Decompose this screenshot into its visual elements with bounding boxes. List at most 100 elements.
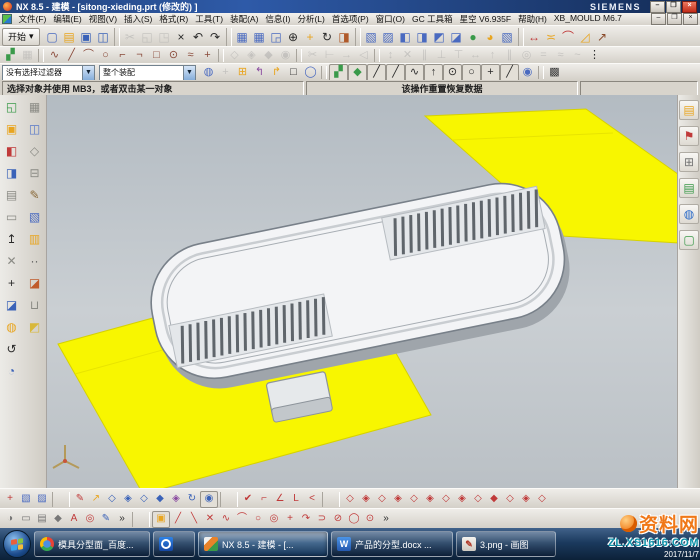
sketch-arc-icon[interactable]: ⌒ [234, 512, 250, 527]
snap-midpoint-icon[interactable]: ╱ [386, 64, 405, 82]
fillet-icon[interactable]: ⌐ [114, 48, 131, 64]
rectangle-icon[interactable]: □ [148, 48, 165, 64]
general-select-icon[interactable]: + [217, 65, 234, 81]
save-icon[interactable]: ▣ [78, 28, 95, 46]
toolbar-icon[interactable] [226, 28, 232, 46]
datum-diamond3-icon[interactable]: ◇ [136, 492, 152, 507]
rotate-view-icon[interactable]: ↻ [319, 28, 336, 46]
delete-icon[interactable]: × [173, 28, 190, 46]
highlight-box-icon[interactable]: ▣ [152, 511, 170, 528]
mold-tool-icon[interactable]: ◆ [486, 492, 502, 507]
wire-cube-icon[interactable]: ▨ [34, 492, 50, 507]
doc-minimize-button[interactable]: – [651, 13, 666, 25]
mold-tool-icon[interactable]: ◇ [470, 492, 486, 507]
measure-length-icon[interactable]: ≍ [543, 28, 560, 46]
datum-plane-icon[interactable]: ◱ [2, 98, 21, 116]
mold-tool-icon[interactable]: ◇ [502, 492, 518, 507]
menu-item[interactable]: 插入(S) [121, 13, 156, 25]
measure-arc-icon[interactable]: ⌒ [560, 28, 577, 46]
menu-item[interactable]: 分析(L) [294, 13, 328, 25]
toolbar-icon[interactable] [38, 49, 44, 62]
constraint-smooth-icon[interactable]: ~ [569, 48, 586, 64]
close-button[interactable]: × [682, 1, 697, 13]
line-icon[interactable]: ╱ [63, 48, 80, 64]
snap-intersection-icon[interactable]: + [481, 64, 500, 82]
point-icon[interactable]: + [199, 48, 216, 64]
taskbar-chrome-button[interactable]: 模具分型面_百度... [34, 531, 150, 557]
toolbar-icon[interactable] [220, 492, 238, 507]
sketch-cup-icon[interactable]: ⊃ [314, 512, 330, 527]
menu-item[interactable]: GC 工具箱 [408, 13, 456, 25]
clamp-tool-icon[interactable]: ⊔ [25, 296, 44, 314]
tray-network-icon[interactable]: ◧ [645, 540, 653, 549]
taskbar-wps-button[interactable]: W 产品的分型.docx ... [331, 531, 453, 557]
diamond-tool-icon[interactable]: ◇ [25, 142, 44, 160]
open-file-icon[interactable]: ▤ [61, 28, 78, 46]
sketch-line-icon[interactable]: ╱ [170, 512, 186, 527]
toolbar-icon[interactable] [518, 28, 524, 46]
snap-endpoint-icon[interactable]: ╱ [367, 64, 386, 82]
snap-arc-center-icon[interactable]: ⊙ [443, 64, 462, 82]
constraint-cross-icon[interactable]: ✕ [399, 48, 416, 64]
pen-tool-icon[interactable]: ✎ [98, 512, 114, 527]
mold-tool-icon[interactable]: ◇ [438, 492, 454, 507]
chamfer-icon[interactable]: ¬ [131, 48, 148, 64]
constraint-concentric-icon[interactable]: ◎ [518, 48, 535, 64]
snap-enable-icon[interactable]: ▞ [329, 64, 348, 82]
circle-icon[interactable]: ○ [97, 48, 114, 64]
redo-icon[interactable]: ↷ [207, 28, 224, 46]
taskbar-knot-app-button[interactable] [153, 531, 195, 557]
grid-cube-icon[interactable]: ▧ [25, 208, 44, 226]
feature-list-icon[interactable]: ▤ [2, 186, 21, 204]
mold-tool-icon[interactable]: ◈ [390, 492, 406, 507]
angle-feature-icon[interactable]: ∠ [272, 492, 288, 507]
sheet-view-icon[interactable]: ▭ [18, 512, 34, 527]
roles-icon[interactable]: ▤ [679, 100, 699, 120]
menu-item[interactable]: 文件(F) [15, 13, 50, 25]
mold-tool-icon[interactable]: ◇ [374, 492, 390, 507]
part-navigator-icon[interactable]: ▤ [679, 178, 699, 198]
table-view-icon[interactable]: ▤ [34, 512, 50, 527]
menu-item[interactable]: 格式(R) [156, 13, 192, 25]
overflow2-icon[interactable]: » [378, 512, 394, 527]
datum-diamond4-icon[interactable]: ◆ [152, 492, 168, 507]
menu-item[interactable]: 窗口(O) [372, 13, 408, 25]
constraint-vertical-icon[interactable]: ↕ [382, 48, 399, 64]
mold-tool-icon[interactable]: ◈ [358, 492, 374, 507]
toolbar-icon[interactable] [355, 28, 361, 46]
mirror-curve-icon[interactable]: ◁ [355, 48, 372, 64]
rectangle-select-icon[interactable]: □ [285, 65, 302, 81]
sketch-plus-icon[interactable]: + [282, 512, 298, 527]
cylinder-tool-icon[interactable]: ⊟ [25, 164, 44, 182]
menu-item[interactable]: 编辑(E) [50, 13, 85, 25]
check-feature-icon[interactable]: ✔ [240, 492, 256, 507]
sketch-slash-circle-icon[interactable]: ⊘ [330, 512, 346, 527]
snap-tangent-icon[interactable]: ╱ [500, 64, 519, 82]
snap-point-icon[interactable]: ◉ [519, 65, 536, 81]
measure-distance-icon[interactable]: ↔ [526, 28, 543, 46]
sketch-target-icon[interactable]: ◎ [266, 512, 282, 527]
point-on-circle-icon[interactable]: ⊙ [165, 48, 182, 64]
sketch-line2-icon[interactable]: ╲ [186, 512, 202, 527]
menu-item[interactable]: XB_MOULD M6.7 [550, 13, 625, 25]
mold-tool-icon[interactable]: ◈ [422, 492, 438, 507]
constraint-perpendicular-icon[interactable]: ⊥ [433, 48, 450, 64]
offset-curve-icon[interactable]: ◇ [226, 48, 243, 64]
menu-item[interactable]: 帮助(H) [515, 13, 551, 25]
mold-tool-icon[interactable]: ◈ [454, 492, 470, 507]
sketch-in-task-icon[interactable]: ▦ [19, 48, 36, 64]
lasso-select-icon[interactable]: ◯ [302, 65, 319, 81]
paste-icon[interactable]: ◳ [156, 28, 173, 46]
sketch-spline-icon[interactable]: ∿ [218, 512, 234, 527]
selection-scope-combo[interactable]: 整个装配 ▼ [99, 65, 196, 81]
gem-feature-icon[interactable]: ◈ [168, 492, 184, 507]
trim-curve-icon[interactable]: ✂ [304, 48, 321, 64]
datum-axis-icon[interactable]: ↗ [88, 492, 104, 507]
copy-icon[interactable]: ◱ [139, 28, 156, 46]
constraint-parallel-icon[interactable]: ∥ [416, 48, 433, 64]
tan-box-icon[interactable]: ▥ [25, 230, 44, 248]
toolbar-icon[interactable] [538, 66, 544, 79]
toolbar-icon[interactable] [321, 66, 327, 79]
constraint-fixed-icon[interactable]: ⊤ [450, 48, 467, 64]
nav-diamond-icon[interactable]: ◆ [50, 512, 66, 527]
